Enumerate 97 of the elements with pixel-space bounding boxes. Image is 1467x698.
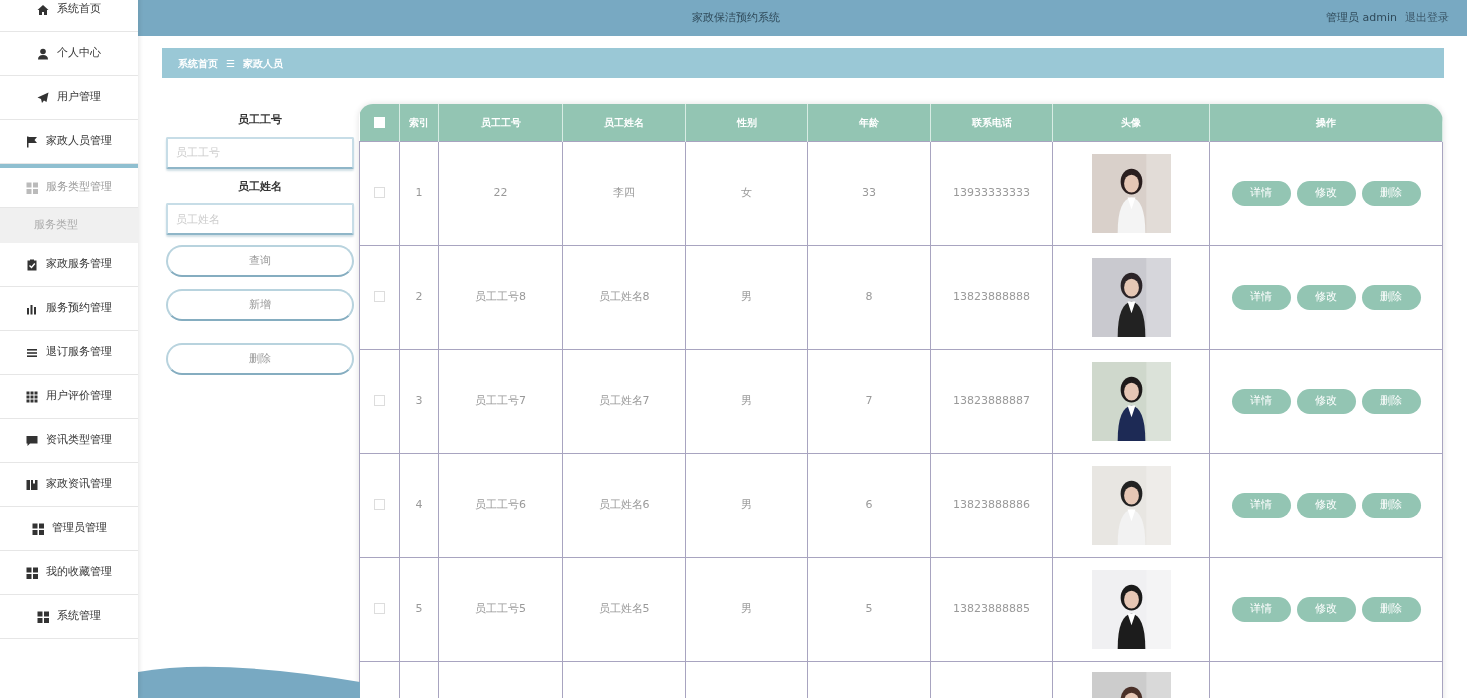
table-cell: 男 xyxy=(685,245,808,349)
table-cell: 员工工号5 xyxy=(438,557,563,661)
list-icon xyxy=(26,346,38,359)
table-cell: 男 xyxy=(685,557,808,661)
bar-chart-icon xyxy=(26,302,38,315)
home-icon xyxy=(37,3,49,16)
table-cell: 员工姓名8 xyxy=(562,245,686,349)
row-checkbox[interactable] xyxy=(374,603,385,615)
grid-icon xyxy=(37,610,49,623)
table-cell: 5 xyxy=(807,557,931,661)
grid-icon xyxy=(26,566,38,579)
table-cell: 13933333333 xyxy=(930,141,1053,245)
table-cell: 33 xyxy=(807,141,931,245)
column-header: 联系电话 xyxy=(930,104,1053,141)
row-checkbox[interactable] xyxy=(374,187,385,199)
table-cell: 7 xyxy=(807,349,931,453)
sidebar-item[interactable]: 家政资讯管理 xyxy=(0,463,138,507)
paper-plane-icon xyxy=(37,91,49,104)
column-header: 年龄 xyxy=(807,104,931,141)
delete-button[interactable]: 删除 xyxy=(166,343,354,375)
user-label: 管理员 admin xyxy=(1326,9,1397,26)
table-cell: 员工姓名7 xyxy=(562,349,686,453)
sidebar-item[interactable]: 我的收藏管理 xyxy=(0,551,138,595)
app-title: 家政保洁预约系统 xyxy=(691,9,781,26)
row-checkbox[interactable] xyxy=(374,499,385,511)
sidebar-item[interactable]: 服务预约管理 xyxy=(0,287,138,331)
details-button[interactable]: 详情 xyxy=(1231,596,1291,622)
query-button[interactable]: 查询 xyxy=(166,245,354,277)
delete-button[interactable]: 删除 xyxy=(1361,492,1421,518)
table-cell: 13823888887 xyxy=(930,349,1053,453)
table-cell: 6 xyxy=(807,453,931,557)
edit-button[interactable]: 修改 xyxy=(1296,492,1356,518)
edit-button[interactable]: 修改 xyxy=(1296,596,1356,622)
flag-icon xyxy=(26,135,38,148)
column-header: 员工姓名 xyxy=(562,104,686,141)
table-cell: 4 xyxy=(399,453,439,557)
grid-icon xyxy=(26,390,38,403)
table-cell: 男 xyxy=(685,349,808,453)
add-button[interactable]: 新增 xyxy=(166,289,354,321)
table-cell: 13823888888 xyxy=(930,245,1053,349)
table-cell: 22 xyxy=(438,141,563,245)
logout-link[interactable]: 退出登录 xyxy=(1405,9,1449,27)
sidebar-item[interactable]: 家政服务管理 xyxy=(0,243,138,287)
field-label: 员工姓名 xyxy=(237,178,283,195)
column-header: 性别 xyxy=(685,104,808,141)
table-cell: 员工姓名5 xyxy=(562,557,686,661)
column-header: 索引 xyxy=(399,104,439,141)
table-cell: 员工工号7 xyxy=(438,349,563,453)
table-cell: 5 xyxy=(399,557,439,661)
delete-button[interactable]: 删除 xyxy=(1361,284,1421,310)
table-cell: 员工工号6 xyxy=(438,453,563,557)
delete-button[interactable]: 删除 xyxy=(1361,596,1421,622)
sidebar-item[interactable]: 家政人员管理 xyxy=(0,120,138,164)
grid-icon xyxy=(26,181,38,194)
details-button[interactable]: 详情 xyxy=(1231,284,1291,310)
details-button[interactable]: 详情 xyxy=(1231,388,1291,414)
table-cell: 男 xyxy=(685,453,808,557)
delete-button[interactable]: 删除 xyxy=(1361,180,1421,206)
breadcrumb-separator: ☰ xyxy=(226,56,235,71)
sidebar-item[interactable]: 用户管理 xyxy=(0,76,138,120)
table-cell: 2 xyxy=(399,245,439,349)
breadcrumb-link[interactable]: 家政人员 xyxy=(242,55,283,71)
user-icon xyxy=(37,47,49,60)
clipboard-check-icon xyxy=(26,258,38,271)
sidebar-item[interactable]: 管理员管理 xyxy=(0,507,138,551)
sidebar-item[interactable]: 个人中心 xyxy=(0,32,138,76)
table-cell: 员工工号8 xyxy=(438,245,563,349)
table-cell: 女 xyxy=(685,141,808,245)
table-cell: 13823888886 xyxy=(930,453,1053,557)
chat-icon xyxy=(26,434,38,447)
details-button[interactable]: 详情 xyxy=(1231,180,1291,206)
edit-button[interactable]: 修改 xyxy=(1296,180,1356,206)
edit-button[interactable]: 修改 xyxy=(1296,388,1356,414)
row-checkbox[interactable] xyxy=(374,395,385,407)
column-header: 员工工号 xyxy=(438,104,563,141)
sidebar-item[interactable]: 用户评价管理 xyxy=(0,375,138,419)
table-cell: 3 xyxy=(399,349,439,453)
field-label: 员工工号 xyxy=(237,112,283,128)
sidebar-subitem[interactable]: 服务类型 xyxy=(0,208,138,243)
column-header: 操作 xyxy=(1209,104,1443,141)
breadcrumb-link[interactable]: 系统首页 xyxy=(178,55,218,71)
sidebar-item[interactable]: 资讯类型管理 xyxy=(0,419,138,463)
select-all-checkbox[interactable] xyxy=(373,117,385,129)
grid-icon xyxy=(31,522,44,535)
details-button[interactable]: 详情 xyxy=(1231,492,1291,518)
row-checkbox[interactable] xyxy=(374,291,385,303)
sidebar-item[interactable]: 退订服务管理 xyxy=(0,331,138,375)
delete-button[interactable]: 删除 xyxy=(1361,388,1421,414)
book-icon xyxy=(26,478,38,491)
table-cell: 8 xyxy=(807,245,931,349)
table-cell: 员工姓名6 xyxy=(562,453,686,557)
sidebar-item[interactable]: 系统管理 xyxy=(0,595,138,639)
table-cell: 13823888885 xyxy=(930,557,1053,661)
edit-button[interactable]: 修改 xyxy=(1296,284,1356,310)
column-header: 头像 xyxy=(1052,104,1210,141)
table-cell: 李四 xyxy=(562,141,686,245)
table-cell: 1 xyxy=(399,141,439,245)
